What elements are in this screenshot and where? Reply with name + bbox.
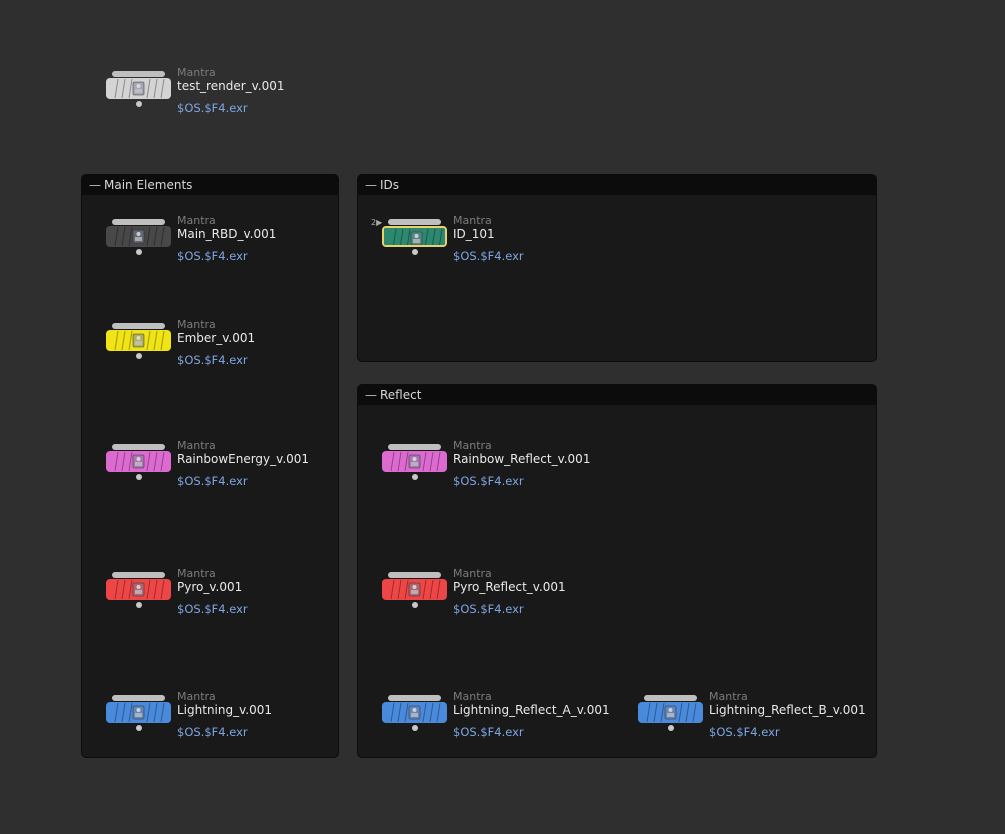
node-display-flag[interactable] (112, 71, 165, 77)
node-rainbow-energy[interactable]: Mantra RainbowEnergy_v.001 $OS.$F4.exr (106, 439, 386, 504)
node-name-label[interactable]: Pyro_Reflect_v.001 (453, 580, 566, 594)
node-output-connector[interactable] (136, 474, 142, 480)
mantra-render-icon (106, 78, 171, 99)
node-name-label[interactable]: ID_101 (453, 227, 495, 241)
node-name-label[interactable]: Pyro_v.001 (177, 580, 242, 594)
node-type-label: Mantra (177, 439, 216, 452)
node-output-connector[interactable] (412, 474, 418, 480)
node-name-label[interactable]: Rainbow_Reflect_v.001 (453, 452, 590, 466)
node-output-path: $OS.$F4.exr (177, 249, 248, 263)
node-output-path: $OS.$F4.exr (709, 725, 780, 739)
node-lightning-reflect-a[interactable]: Mantra Lightning_Reflect_A_v.001 $OS.$F4.e… (382, 690, 662, 755)
node-body[interactable] (106, 579, 171, 600)
node-type-label: Mantra (177, 66, 216, 79)
mantra-render-icon (106, 451, 171, 472)
network-box-header[interactable]: — Main Elements (82, 175, 338, 195)
node-name-label[interactable]: Ember_v.001 (177, 331, 255, 345)
node-type-label: Mantra (453, 690, 492, 703)
mantra-render-icon (382, 579, 447, 600)
node-output-path: $OS.$F4.exr (453, 474, 524, 488)
node-output-path: $OS.$F4.exr (177, 101, 248, 115)
node-type-label: Mantra (453, 214, 492, 227)
node-body[interactable] (382, 226, 447, 247)
node-type-label: Mantra (177, 214, 216, 227)
node-name-label[interactable]: Lightning_v.001 (177, 703, 272, 717)
node-rainbow-reflect[interactable]: Mantra Rainbow_Reflect_v.001 $OS.$F4.exr (382, 439, 662, 504)
node-display-flag[interactable] (112, 323, 165, 329)
node-type-label: Mantra (177, 690, 216, 703)
node-output-path: $OS.$F4.exr (177, 725, 248, 739)
node-name-label[interactable]: RainbowEnergy_v.001 (177, 452, 309, 466)
node-lightning[interactable]: Mantra Lightning_v.001 $OS.$F4.exr (106, 690, 386, 755)
network-box-title: IDs (380, 178, 400, 192)
node-type-label: Mantra (177, 567, 216, 580)
node-display-flag[interactable] (112, 219, 165, 225)
node-name-label[interactable]: Main_RBD_v.001 (177, 227, 276, 241)
node-id-101[interactable]: 2▶ Mantra ID_101 $OS.$F4.exr (371, 214, 662, 279)
node-output-connector[interactable] (136, 353, 142, 359)
node-output-path: $OS.$F4.exr (453, 725, 524, 739)
network-box-header[interactable]: — IDs (358, 175, 876, 195)
mantra-render-icon (382, 451, 447, 472)
node-test-render[interactable]: Mantra test_render_v.001 $OS.$F4.exr (106, 66, 386, 131)
node-output-path: $OS.$F4.exr (177, 353, 248, 367)
node-output-connector[interactable] (668, 725, 674, 731)
network-box-header[interactable]: — Reflect (358, 385, 876, 405)
node-display-flag[interactable] (388, 219, 441, 225)
node-output-connector[interactable] (136, 602, 142, 608)
node-badge: 2▶ (371, 218, 383, 227)
node-body[interactable] (106, 226, 171, 247)
node-body[interactable] (106, 451, 171, 472)
node-pyro-reflect[interactable]: Mantra Pyro_Reflect_v.001 $OS.$F4.exr (382, 567, 662, 632)
node-type-label: Mantra (453, 567, 492, 580)
node-type-label: Mantra (453, 439, 492, 452)
node-lightning-reflect-b[interactable]: Mantra Lightning_Reflect_B_v.001 $OS.$F4.e… (638, 690, 918, 755)
network-box-title: Main Elements (104, 178, 193, 192)
network-box-title: Reflect (380, 388, 422, 402)
node-output-connector[interactable] (136, 101, 142, 107)
node-display-flag[interactable] (112, 444, 165, 450)
node-display-flag[interactable] (388, 572, 441, 578)
mantra-render-icon (106, 702, 171, 723)
mantra-render-icon (382, 702, 447, 723)
node-body[interactable] (106, 330, 171, 351)
node-display-flag[interactable] (388, 695, 441, 701)
node-type-label: Mantra (709, 690, 748, 703)
node-output-path: $OS.$F4.exr (453, 249, 524, 263)
node-display-flag[interactable] (112, 572, 165, 578)
node-body[interactable] (382, 451, 447, 472)
mantra-render-icon (106, 226, 171, 247)
mantra-render-icon (106, 579, 171, 600)
collapse-toggle-icon[interactable]: — (365, 175, 377, 195)
node-name-label[interactable]: Lightning_Reflect_B_v.001 (709, 703, 866, 717)
node-ember[interactable]: Mantra Ember_v.001 $OS.$F4.exr (106, 318, 386, 383)
node-output-path: $OS.$F4.exr (177, 602, 248, 616)
node-output-path: $OS.$F4.exr (177, 474, 248, 488)
node-output-path: $OS.$F4.exr (453, 602, 524, 616)
node-output-connector[interactable] (412, 249, 418, 255)
node-output-connector[interactable] (412, 602, 418, 608)
node-name-label[interactable]: Lightning_Reflect_A_v.001 (453, 703, 610, 717)
node-output-connector[interactable] (136, 249, 142, 255)
node-type-label: Mantra (177, 318, 216, 331)
node-body[interactable] (106, 702, 171, 723)
mantra-render-icon (638, 702, 703, 723)
node-body[interactable] (382, 579, 447, 600)
node-body[interactable] (382, 702, 447, 723)
node-main-rbd[interactable]: Mantra Main_RBD_v.001 $OS.$F4.exr (106, 214, 386, 279)
node-name-label[interactable]: test_render_v.001 (177, 79, 285, 93)
node-display-flag[interactable] (644, 695, 697, 701)
node-body[interactable] (638, 702, 703, 723)
mantra-render-icon (106, 330, 171, 351)
node-output-connector[interactable] (412, 725, 418, 731)
node-output-connector[interactable] (136, 725, 142, 731)
node-display-flag[interactable] (388, 444, 441, 450)
node-pyro[interactable]: Mantra Pyro_v.001 $OS.$F4.exr (106, 567, 386, 632)
node-display-flag[interactable] (112, 695, 165, 701)
mantra-render-icon (384, 228, 445, 245)
node-body[interactable] (106, 78, 171, 99)
collapse-toggle-icon[interactable]: — (365, 385, 377, 405)
collapse-toggle-icon[interactable]: — (89, 175, 101, 195)
